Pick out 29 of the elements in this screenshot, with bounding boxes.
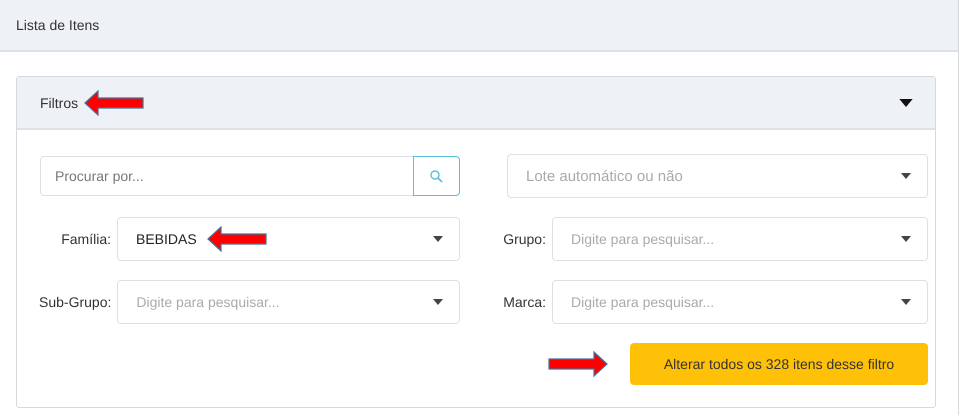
panel-title: Filtros — [40, 94, 78, 110]
field-label: Marca: — [502, 294, 546, 310]
caret-icon — [899, 98, 913, 106]
search-field[interactable]: Procurar por... — [40, 156, 413, 196]
caret-icon — [901, 173, 911, 179]
caret-icon — [433, 236, 443, 242]
field-label: Sub-Grupo: — [39, 294, 112, 310]
arrow-annotation — [548, 351, 608, 377]
arrow-annotation — [206, 226, 267, 252]
field-label: Família: — [60, 231, 111, 247]
field-value: BEBIDAS — [136, 231, 197, 247]
dropdown-field[interactable]: Digite para pesquisar... — [552, 217, 928, 261]
apply-button[interactable]: Alterar todos os 328 itens desse filtro — [630, 343, 928, 385]
caret-icon — [433, 299, 443, 305]
caret-icon — [901, 236, 911, 242]
field-placeholder: Digite para pesquisar... — [136, 294, 280, 310]
search-icon — [430, 170, 443, 182]
field-placeholder: Digite para pesquisar... — [571, 294, 714, 310]
dropdown-field[interactable]: BEBIDAS — [117, 217, 460, 261]
dropdown-field[interactable]: Digite para pesquisar... — [117, 280, 460, 324]
field-placeholder: Lote automático ou não — [526, 168, 683, 184]
dropdown-field[interactable]: Lote automático ou não — [507, 154, 928, 198]
field-placeholder: Digite para pesquisar... — [571, 231, 714, 247]
field-label: Grupo: — [502, 231, 546, 247]
page-title: Lista de Itens — [16, 17, 100, 33]
caret-icon — [901, 299, 911, 305]
arrow-annotation — [84, 90, 144, 116]
dropdown-field[interactable]: Digite para pesquisar... — [552, 280, 928, 324]
search-button[interactable] — [413, 156, 460, 196]
